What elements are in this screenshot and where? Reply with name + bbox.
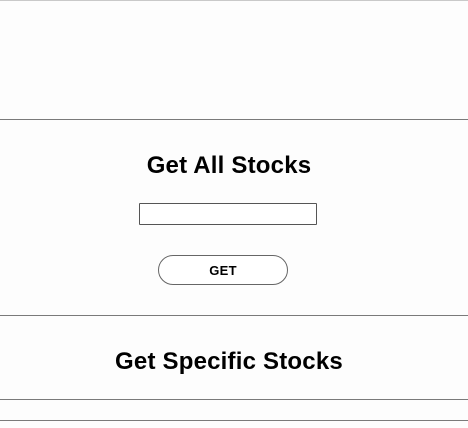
section-divider-middle [0,315,468,316]
all-stocks-input[interactable] [139,203,317,225]
get-all-stocks-button[interactable]: GET [158,255,288,285]
section-divider-bottom [0,399,468,400]
top-divider [0,0,468,1]
section-divider-top [0,119,468,120]
get-specific-stocks-title: Get Specific Stocks [115,348,343,375]
get-all-stocks-title: Get All Stocks [146,152,312,179]
footer-divider [0,420,468,421]
